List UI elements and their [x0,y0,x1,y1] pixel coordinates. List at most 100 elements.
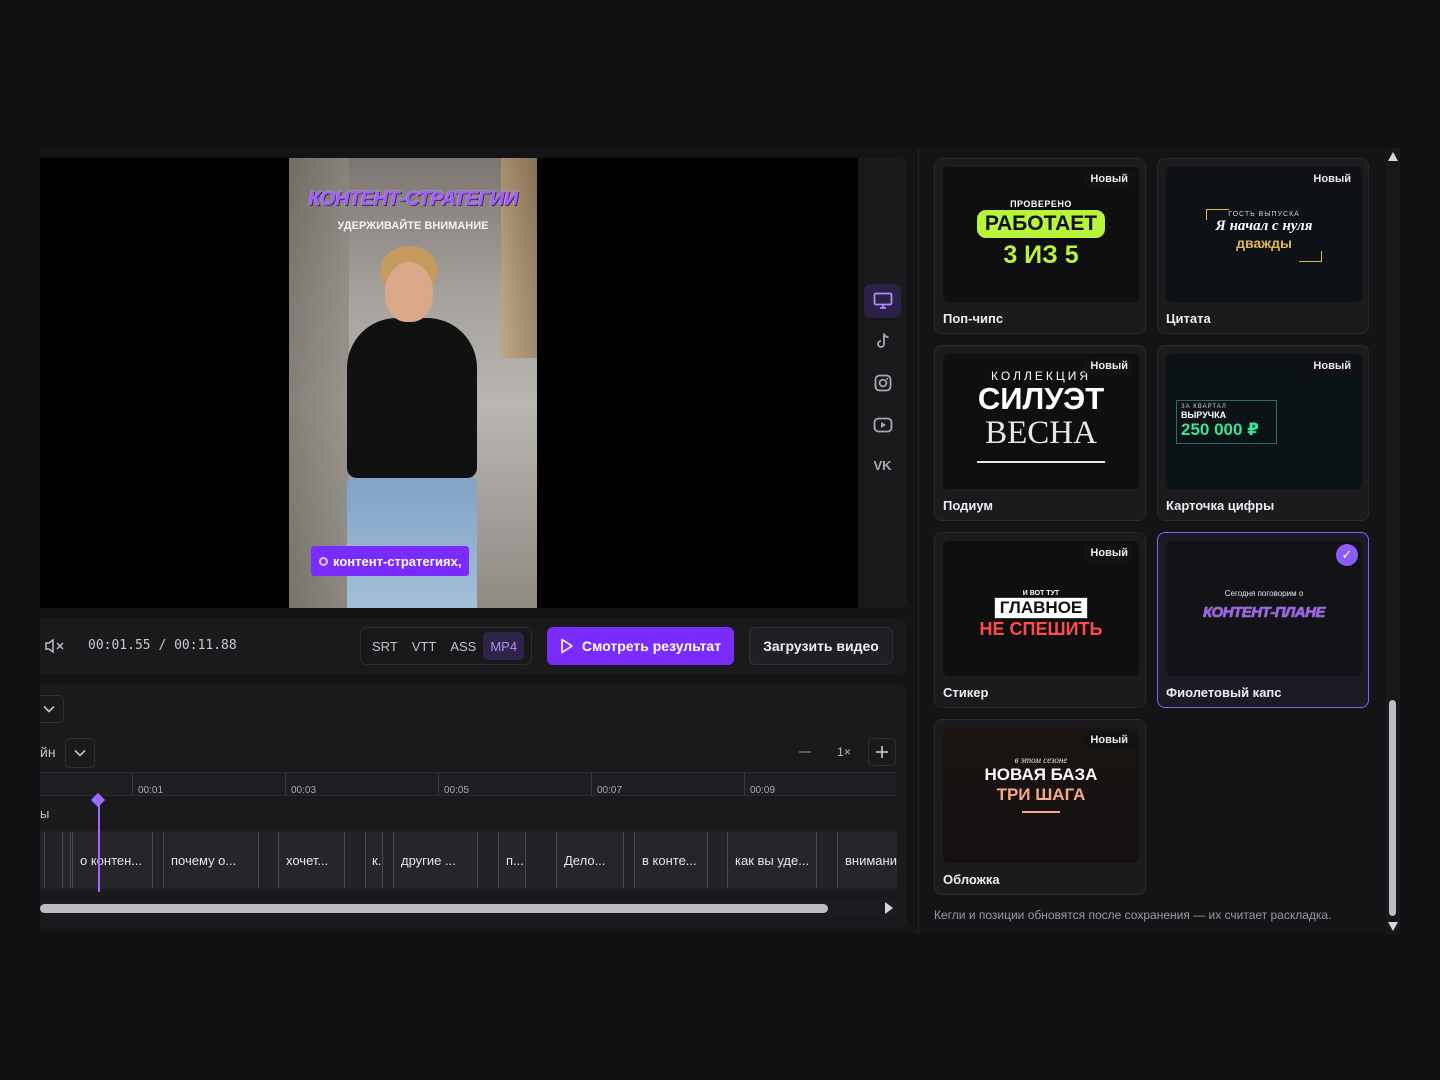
caption-clip[interactable]: к. [365,832,383,888]
playback-time: 00:01.55 / 00:11.88 [88,638,237,653]
style-card-purple-caps[interactable]: Сегодня поговорим о КОНТЕНТ-ПЛАНЕ ✓ Фиол… [1157,532,1369,708]
caption-clip[interactable] [40,832,45,888]
style-card-podium[interactable]: КОЛЛЕКЦИЯ СИЛУЭТ ВЕСНА Новый Подиум [934,345,1146,521]
ruler-tick: 00:01 [132,773,163,796]
caption-clip[interactable]: Дело... [556,832,624,888]
timeline-horizontal-scrollbar[interactable] [40,900,897,916]
video-frame[interactable]: КОНТЕНТ-СТРАТЕГИИ УДЕРЖИВАЙТЕ ВНИМАНИЕ к… [289,158,537,608]
platform-tiktok-button[interactable] [864,324,901,358]
format-vtt[interactable]: VTT [405,632,444,660]
new-badge: Новый [1306,357,1358,375]
thumb-underline [977,460,1105,463]
thumb-content: Сегодня поговорим о КОНТЕНТ-ПЛАНЕ [1166,541,1362,672]
mute-button[interactable] [44,638,66,654]
caption-clip[interactable]: в конте... [634,832,708,888]
style-card-label: Цитата [1166,311,1211,326]
thumb-line: РАБОТАЕТ [976,210,1106,238]
instagram-icon [874,374,891,392]
zoom-in-button[interactable] [868,738,896,766]
thumb-line: ГОСТЬ ВЫПУСКА [1228,210,1300,218]
layout-note: Кегли и позиции обновятся после сохранен… [934,908,1332,922]
style-card-label: Поп-чипс [943,311,1004,326]
thumb-line: Сегодня поговорим о [1224,588,1304,598]
thumb-line: дважды [1236,234,1292,251]
plus-icon [876,746,888,758]
caption-clip[interactable]: о контен... [72,832,153,888]
chip-dot-icon [319,556,328,566]
thumb-content: И ВОТ ТУТ ГЛАВНОЕ НЕ СПЕШИТЬ [943,547,1139,676]
style-card-pop-chips[interactable]: ПРОВЕРЕНО РАБОТАЕТ 3 ИЗ 5 Новый Поп-чипс [934,158,1146,334]
thumb-underline [1022,810,1060,813]
scrollbar-thumb[interactable] [40,904,828,913]
caption-clip[interactable]: хочет... [278,832,345,888]
format-mp4[interactable]: MP4 [483,632,525,660]
editor-left-pane: КОНТЕНТ-СТРАТЕГИИ УДЕРЖИВАЙТЕ ВНИМАНИЕ к… [40,148,920,934]
caption-clip[interactable]: внимани [837,832,897,888]
youtube-icon [873,417,892,433]
style-card-label: Карточка цифры [1166,498,1275,513]
caption-clip[interactable] [62,832,71,888]
caption-clip[interactable]: п... [498,832,526,888]
scroll-down-arrow-icon[interactable] [1388,922,1398,931]
platform-youtube-button[interactable] [864,408,901,442]
playhead[interactable] [98,796,100,892]
style-card-quote[interactable]: ГОСТЬ ВЫПУСКА Я начал с нуля дважды Новы… [1157,158,1369,334]
upload-video-button[interactable]: Загрузить видео [749,627,893,665]
thumb-line: НЕ СПЕШИТЬ [979,618,1103,639]
caption-clip[interactable]: как вы уде... [727,832,817,888]
watch-result-label: Смотреть результат [581,638,722,654]
style-card-sticker[interactable]: И ВОТ ТУТ ГЛАВНОЕ НЕ СПЕШИТЬ Новый Стике… [934,532,1146,708]
chevron-down-icon [43,705,55,713]
person-head [385,262,433,322]
style-card-label: Стикер [943,685,989,700]
format-srt[interactable]: SRT [365,632,405,660]
playback-controls: 00:01.55 / 00:11.88 SRT VTT ASS MP4 Смот… [40,618,907,674]
zoom-level: 1× [837,745,851,759]
ruler-tick: 00:05 [438,773,469,796]
number-box: ЗА КВАРТАЛ ВЫРУЧКА 250 000 ₽ [1176,400,1277,444]
new-badge: Новый [1083,731,1135,749]
thumb-line: ВЕСНА [985,414,1097,451]
caption-chip-text: контент-стратегиях, [333,553,462,569]
style-card-label: Фиолетовый капс [1166,685,1282,700]
minus-icon [799,751,811,753]
export-format-group: SRT VTT ASS MP4 [360,627,532,665]
thumb-line: СИЛУЭТ [977,380,1105,416]
scroll-right-arrow-icon[interactable] [885,902,893,914]
scrollbar-thumb[interactable] [1389,700,1396,916]
thumb-line: НОВАЯ БАЗА [984,764,1098,784]
caption-subtitle: УДЕРЖИВАЙТЕ ВНИМАНИЕ [337,220,489,232]
style-thumbnail: Сегодня поговорим о КОНТЕНТ-ПЛАНЕ [1166,541,1362,676]
row-dropdown-button[interactable] [65,738,95,768]
caption-chip: контент-стратегиях, [311,546,470,576]
thumb-line: И ВОТ ТУТ [1022,589,1060,597]
person-legs [347,476,477,608]
timeline-ruler[interactable]: 00:01 00:03 00:05 00:07 00:09 [40,772,897,796]
platform-desktop-button[interactable] [864,284,901,318]
styles-vertical-scrollbar[interactable] [1386,148,1400,934]
timeline-panel: йн 1× 00:01 00:03 00:05 00:07 00:09 ы о … [40,684,907,928]
zoom-out-button[interactable] [791,738,819,766]
watch-result-button[interactable]: Смотреть результат [547,627,734,665]
thumb-line: 250 000 ₽ [1181,420,1260,439]
ruler-tick: 00:03 [285,773,316,796]
caption-clip[interactable]: почему о... [163,832,259,888]
track-dropdown-button[interactable] [40,695,64,723]
platform-switcher: VK [858,158,907,608]
new-badge: Новый [1083,357,1135,375]
thumb-line: ГЛАВНОЕ [993,596,1089,619]
caption-track: о контен... почему о... хочет... к. друг… [40,830,897,890]
platform-instagram-button[interactable] [864,366,901,400]
speaker-muted-icon [45,638,64,654]
style-card-cover[interactable]: в этом сезоне НОВАЯ БАЗА ТРИ ШАГА Новый … [934,719,1146,895]
thumb-line: ТРИ ШАГА [996,784,1086,804]
platform-vk-button[interactable]: VK [864,448,901,482]
style-card-number[interactable]: ЗА КВАРТАЛ ВЫРУЧКА 250 000 ₽ Новый Карто… [1157,345,1369,521]
format-ass[interactable]: ASS [443,632,483,660]
new-badge: Новый [1083,170,1135,188]
tiktok-icon [876,333,889,348]
thumb-line: ВЫРУЧКА [1181,410,1227,420]
scroll-up-arrow-icon[interactable] [1388,152,1398,161]
timeline-row-label: йн [40,744,56,760]
caption-clip[interactable]: другие ... [393,832,478,888]
